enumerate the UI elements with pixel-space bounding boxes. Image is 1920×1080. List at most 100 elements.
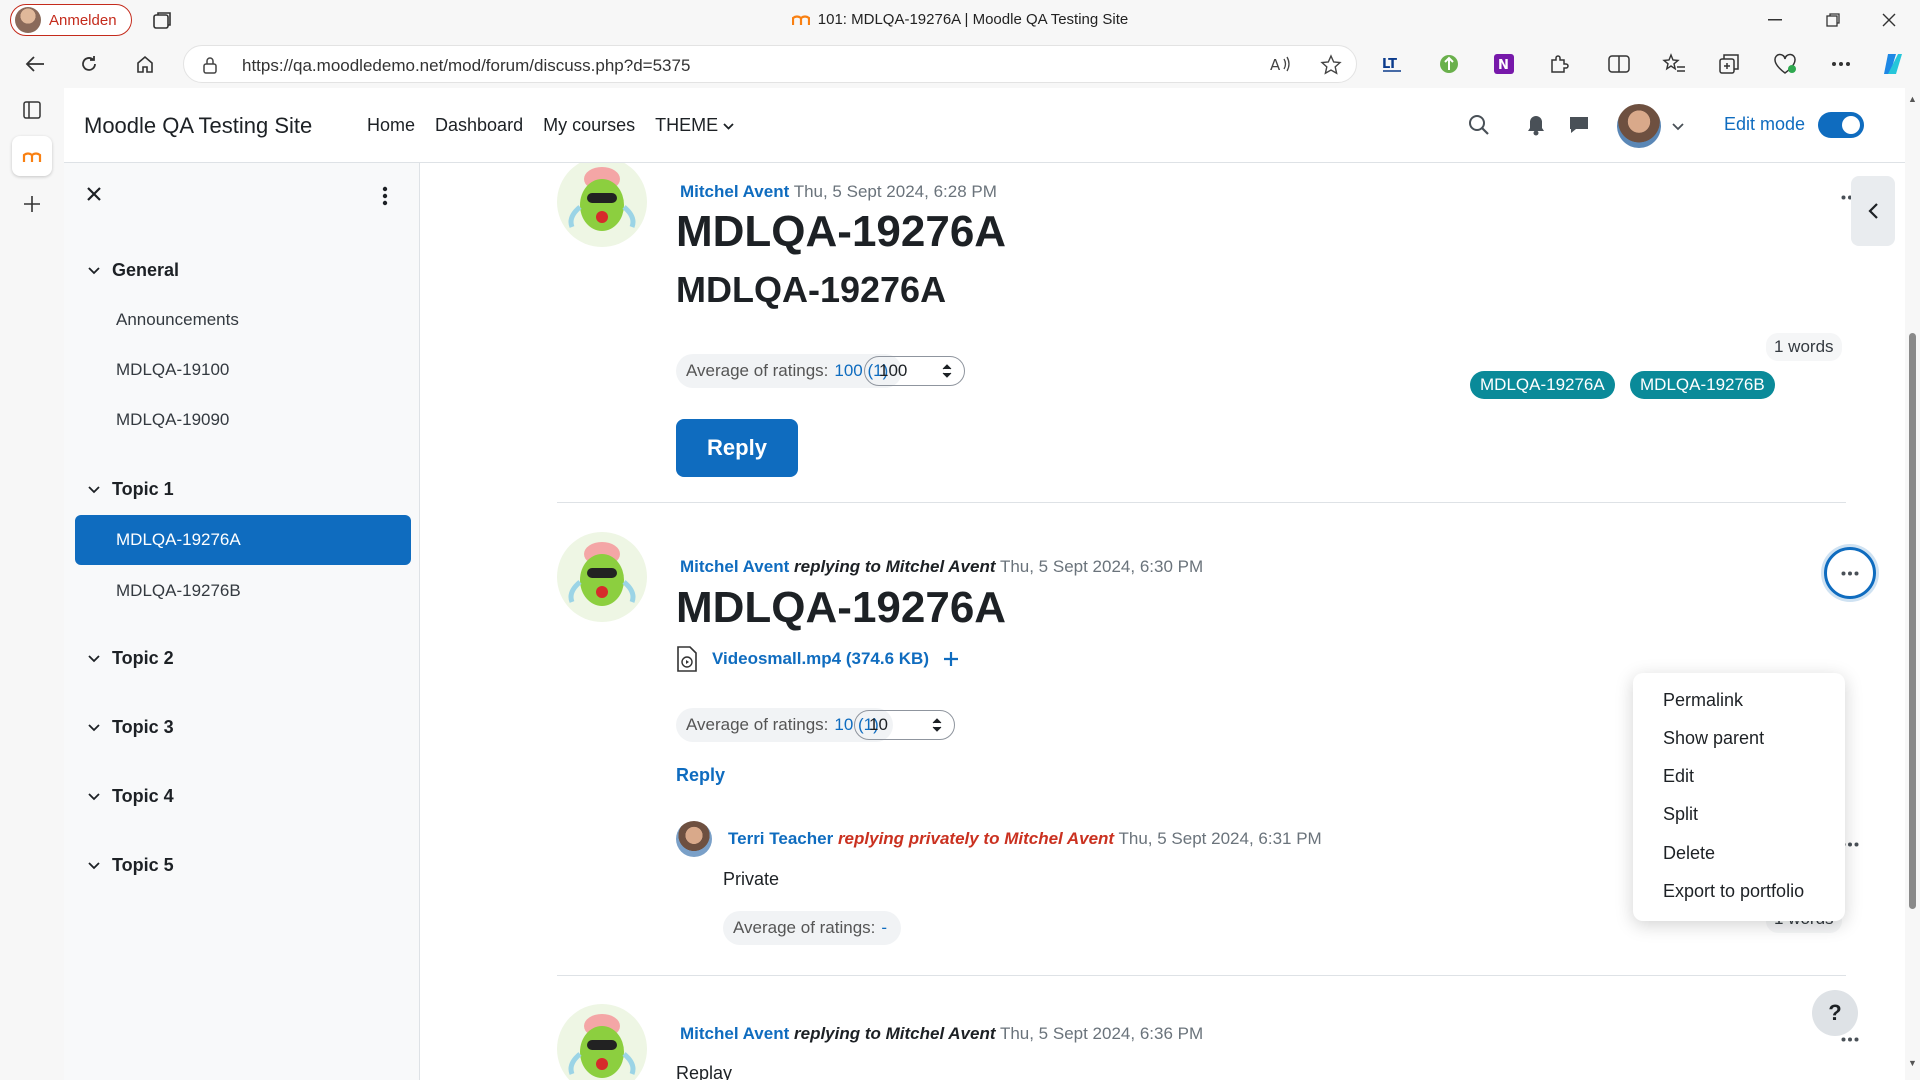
chevron-down-icon[interactable] [88, 484, 100, 496]
avatar[interactable] [557, 163, 647, 247]
section-topic-5[interactable]: Topic 5 [88, 855, 174, 876]
activity-mdlqa-19276b[interactable]: MDLQA-19276B [116, 581, 241, 601]
chevron-down-icon[interactable] [88, 653, 100, 665]
post-1-body: MDLQA-19276A [676, 269, 947, 310]
post-4-author[interactable]: Mitchel Avent [680, 1024, 789, 1043]
post-1-rating-select[interactable]: 100 [864, 356, 965, 386]
section-topic-5-label: Topic 5 [112, 855, 174, 875]
bell-icon[interactable] [1526, 114, 1546, 136]
avatar[interactable] [557, 1004, 647, 1080]
chevron-down-icon[interactable] [88, 791, 100, 803]
tag-mdlqa-19276a[interactable]: MDLQA-19276A [1470, 371, 1615, 399]
menu-edit[interactable]: Edit [1663, 766, 1694, 787]
chat-icon[interactable] [1568, 115, 1590, 135]
post-1-author[interactable]: Mitchel Avent [680, 182, 789, 201]
section-topic-3[interactable]: Topic 3 [88, 717, 174, 738]
post-2-actions-button[interactable] [1824, 547, 1876, 599]
search-icon[interactable] [1468, 114, 1490, 136]
scrollbar-thumb[interactable] [1909, 333, 1916, 909]
site-name[interactable]: Moodle QA Testing Site [84, 113, 312, 139]
edit-mode-toggle[interactable] [1818, 112, 1864, 138]
lock-icon[interactable] [202, 56, 218, 74]
tag-mdlqa-19276b[interactable]: MDLQA-19276B [1630, 371, 1775, 399]
extensions-puzzle-icon[interactable] [1546, 51, 1572, 77]
post-2-author[interactable]: Mitchel Avent [680, 557, 789, 576]
chevron-down-icon[interactable] [88, 722, 100, 734]
new-tab-plus-icon[interactable] [12, 184, 52, 224]
restore-button[interactable] [1810, 6, 1856, 34]
moodle-favicon-icon [791, 15, 810, 25]
browser-essentials-icon[interactable] [1772, 51, 1798, 77]
split-screen-icon[interactable] [1606, 51, 1632, 77]
back-button[interactable] [18, 48, 52, 80]
vertical-tabs-icon[interactable] [12, 90, 52, 130]
favorite-star-icon[interactable] [1320, 54, 1342, 76]
page-scrollbar[interactable]: ▲ ▼ [1905, 88, 1920, 1080]
active-tab-moodle-icon[interactable] [12, 136, 52, 176]
avatar[interactable] [676, 821, 712, 857]
attachment-link[interactable]: Videosmall.mp4 (374.6 KB) [712, 649, 929, 669]
menu-split[interactable]: Split [1663, 804, 1698, 825]
extension-lt-icon[interactable]: LT [1380, 51, 1406, 77]
post-4-header: Mitchel Avent replying to Mitchel Avent … [680, 1024, 1203, 1044]
post-2-subject: MDLQA-19276A [676, 583, 1007, 632]
menu-permalink[interactable]: Permalink [1663, 690, 1743, 711]
post-3-average-rating: Average of ratings: - [723, 911, 902, 945]
section-general[interactable]: General [88, 260, 179, 281]
nav-home[interactable]: Home [367, 115, 415, 136]
close-window-button[interactable] [1866, 6, 1912, 34]
activity-announcements[interactable]: Announcements [116, 310, 239, 330]
section-topic-4[interactable]: Topic 4 [88, 786, 174, 807]
post-2-header: Mitchel Avent replying to Mitchel Avent … [680, 557, 1203, 577]
copilot-icon[interactable] [1880, 51, 1906, 77]
post-3-author[interactable]: Terri Teacher [728, 829, 833, 848]
url-field[interactable]: https://qa.moodledemo.net/mod/forum/disc… [183, 45, 1357, 83]
url-text[interactable]: https://qa.moodledemo.net/mod/forum/disc… [242, 56, 690, 76]
activity-mdlqa-19276a-active[interactable]: MDLQA-19276A [75, 515, 411, 565]
post-3-header: Terri Teacher replying privately to Mitc… [728, 829, 1322, 849]
section-topic-2[interactable]: Topic 2 [88, 648, 174, 669]
post-2-rating-select[interactable]: 10 [854, 710, 955, 740]
plus-icon[interactable] [943, 651, 959, 667]
menu-show-parent[interactable]: Show parent [1663, 728, 1764, 749]
section-topic-1[interactable]: Topic 1 [88, 479, 174, 500]
svg-text:N: N [1498, 58, 1509, 73]
home-button[interactable] [128, 48, 162, 80]
user-avatar[interactable] [1617, 104, 1661, 148]
menu-export-to-portfolio[interactable]: Export to portfolio [1663, 881, 1804, 902]
settings-more-icon[interactable] [1828, 51, 1854, 77]
favorites-icon[interactable] [1661, 51, 1687, 77]
post-1-reply-button[interactable]: Reply [676, 419, 798, 477]
scroll-down-arrow-icon[interactable]: ▼ [1908, 1058, 1917, 1068]
kebab-icon[interactable] [382, 186, 388, 206]
avatar[interactable] [557, 532, 647, 622]
activity-mdlqa-19100[interactable]: MDLQA-19100 [116, 360, 229, 380]
help-button[interactable]: ? [1812, 990, 1858, 1036]
minimize-button[interactable] [1752, 6, 1798, 34]
collections-icon[interactable] [1716, 51, 1742, 77]
user-menu-chevron-icon[interactable] [1672, 123, 1684, 131]
post-2-reply-link[interactable]: Reply [676, 765, 725, 786]
address-bar-row: https://qa.moodledemo.net/mod/forum/disc… [0, 40, 1920, 88]
menu-delete[interactable]: Delete [1663, 843, 1715, 864]
onenote-icon[interactable]: N [1491, 51, 1517, 77]
chevron-down-icon[interactable] [88, 265, 100, 277]
section-topic-1-label: Topic 1 [112, 479, 174, 499]
moodle-navbar: Moodle QA Testing Site Home Dashboard My… [64, 88, 1905, 163]
chevron-down-icon[interactable] [88, 860, 100, 872]
post-2-replying: replying to Mitchel Avent [794, 557, 996, 576]
close-icon[interactable] [86, 186, 102, 202]
scroll-up-arrow-icon[interactable]: ▲ [1908, 94, 1917, 104]
chevron-down-icon [723, 123, 734, 130]
read-aloud-icon[interactable]: A [1270, 54, 1292, 74]
refresh-button[interactable] [72, 48, 106, 80]
nav-dashboard[interactable]: Dashboard [435, 115, 523, 136]
post-1-header: Mitchel Avent Thu, 5 Sept 2024, 6:28 PM [680, 182, 997, 202]
open-block-drawer-button[interactable] [1851, 176, 1895, 246]
rating-value-link[interactable]: - [881, 918, 887, 938]
nav-my-courses[interactable]: My courses [543, 115, 635, 136]
extension-green-icon[interactable] [1436, 51, 1462, 77]
chevron-left-icon [1868, 203, 1878, 219]
activity-mdlqa-19090[interactable]: MDLQA-19090 [116, 410, 229, 430]
nav-theme[interactable]: THEME [655, 115, 734, 136]
